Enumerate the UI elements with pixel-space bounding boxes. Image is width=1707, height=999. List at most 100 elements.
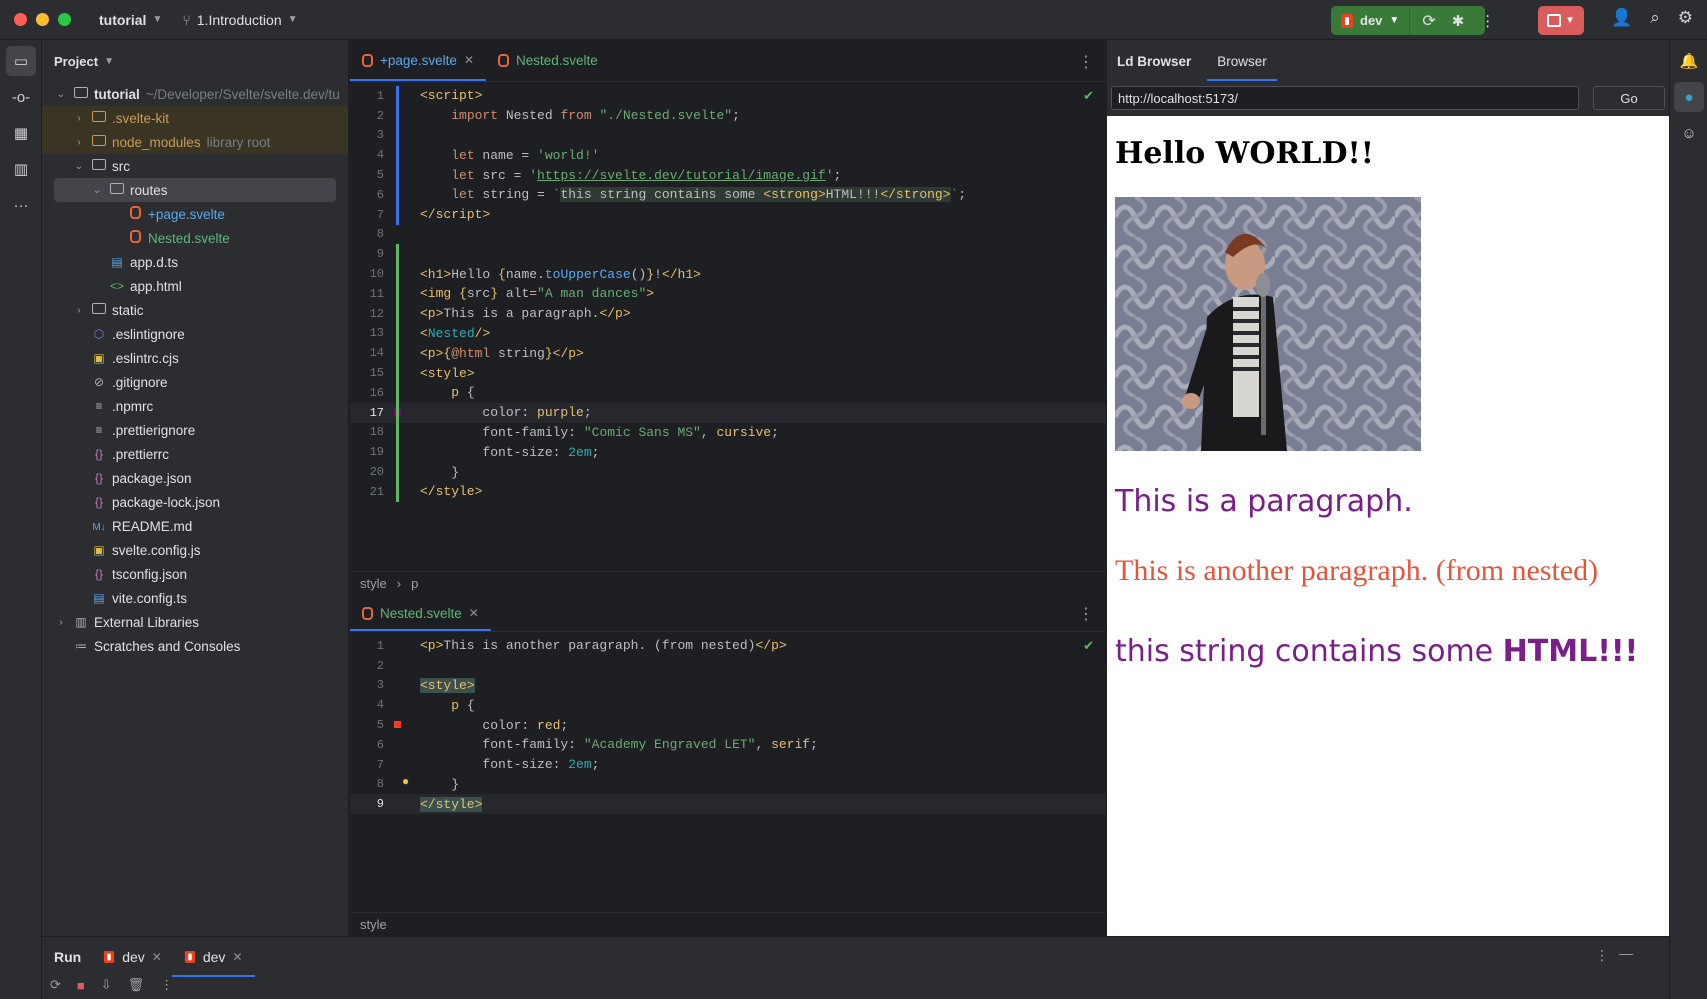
gear-icon[interactable]: ⚙ [1678,8,1693,28]
chevron-down-icon[interactable]: ⌄ [90,185,104,196]
tree-item-routes[interactable]: ⌄ routes [54,178,336,202]
tree-item-svelte-config-js[interactable]: ▣ svelte.config.js [42,538,348,562]
stop-icon[interactable]: ■ [77,978,85,993]
npm-icon [1341,13,1353,28]
rerun-icon[interactable]: ⟳ [50,977,61,993]
tree-item-label: src [112,158,130,174]
tree-item-package-json[interactable]: {} package.json [42,466,348,490]
close-icon[interactable]: ✕ [464,53,474,67]
go-button[interactable]: Go [1593,86,1665,110]
browser-viewport[interactable]: Hello WORLD!! This is a paragraph. This … [1107,116,1669,936]
more-actions-icon[interactable]: ⋮ [1480,12,1495,30]
project-tool-button[interactable]: ▭ [6,46,36,76]
tree-item-scratches-and-consoles[interactable]: ≔ Scratches and Consoles [42,634,348,658]
tree-item-prettierrc[interactable]: {} .prettierrc [42,442,348,466]
code-area[interactable]: 1 <script> 2 import Nested from "./Nested… [350,82,1106,502]
paragraph-html-string: this string contains some HTML!!! [1115,634,1638,669]
more-icon[interactable]: ⋮ [1595,947,1609,964]
tab-page-svelte[interactable]: +page.svelte ✕ [350,39,486,81]
tree-item-npmrc[interactable]: ≡ .npmrc [42,394,348,418]
tree-item-eslintignore[interactable]: ⬡ .eslintignore [42,322,348,346]
tree-item-app-d-ts[interactable]: ▤ app.d.ts [42,250,348,274]
chevron-right-icon[interactable]: › [54,617,68,628]
tab-ld-browser[interactable]: Ld Browser [1117,54,1191,69]
search-icon[interactable]: ⌕ [1650,8,1660,28]
tree-item-app-html[interactable]: <> app.html [42,274,348,298]
more-tools-button[interactable]: ··· [6,190,36,220]
close-window-button[interactable] [14,13,27,26]
tree-item-svelte-kit[interactable]: › .svelte-kit [42,106,348,130]
close-icon[interactable]: ✕ [469,606,479,620]
tab-nested-svelte[interactable]: Nested.svelte [486,39,610,81]
more-icon[interactable]: ⋮ [160,977,173,993]
chevron-down-icon[interactable]: ⌄ [72,161,86,172]
chevron-right-icon[interactable]: › [72,137,86,148]
more-icon[interactable]: ⋮ [1078,52,1094,72]
tree-item-vite-config-ts[interactable]: ▤ vite.config.ts [42,586,348,610]
close-icon[interactable]: ✕ [152,950,162,964]
project-panel-header[interactable]: Project ▼ [42,40,348,82]
structure-tool-button[interactable]: ▦ [6,118,36,148]
tree-item-readme-md[interactable]: M↓ README.md [42,514,348,538]
notifications-button[interactable]: 🔔 [1674,46,1704,76]
add-user-icon[interactable]: 👤 [1611,8,1632,28]
run-tab-dev-2[interactable]: dev ✕ [171,949,255,977]
paragraph-nested: This is another paragraph. (from nested) [1115,554,1599,587]
tree-item-label: .eslintignore [112,326,185,342]
tree-item-package-lock-json[interactable]: {} package-lock.json [42,490,348,514]
tree-item-external-libraries[interactable]: › ▥ External Libraries [42,610,348,634]
tree-item-page-svelte[interactable]: +page.svelte [42,202,348,226]
tree-item-node-modules[interactable]: › node_modules library root [42,130,348,154]
breadcrumb-item[interactable]: p [411,576,418,591]
zoom-window-button[interactable] [58,13,71,26]
ai-assistant-button[interactable]: ☺ [1674,118,1704,148]
browser-tool-button[interactable]: ● [1674,82,1704,112]
branch-name: 1.Introduction [196,11,282,28]
lightbulb-icon[interactable]: ● [402,775,409,789]
project-switcher[interactable]: tutorial ▼ [99,12,162,28]
tree-item-static[interactable]: › static [42,298,348,322]
scroll-to-end-icon[interactable]: ⇩ [101,977,112,993]
tree-item-src[interactable]: ⌄ src [42,154,348,178]
tab-browser[interactable]: Browser [1207,54,1277,81]
chevron-right-icon[interactable]: › [72,305,86,316]
folder-icon [109,183,125,197]
globe-icon: ● [1684,88,1694,106]
rerun-icon[interactable]: ⟳ [1422,11,1435,31]
breadcrumb-item[interactable]: style [360,576,387,591]
run-toolbar: ⟳ ■ ⇩ 🗑 ⋮ [42,977,1669,993]
learn-tool-button[interactable]: ▥ [6,154,36,184]
stop-button[interactable]: ▼ [1538,6,1584,35]
tree-item-label: .npmrc [112,398,154,414]
tree-item-tsconfig-json[interactable]: {} tsconfig.json [42,562,348,586]
tab-nested-svelte[interactable]: Nested.svelte ✕ [350,595,491,631]
breadcrumb-item[interactable]: style [360,917,387,932]
debug-icon[interactable]: ✱ [1452,12,1465,30]
run-tab-dev-1[interactable]: dev ✕ [103,949,162,965]
minimize-window-button[interactable] [36,13,49,26]
code-area[interactable]: 1 <p> This is another paragraph. (from nes… [350,632,1106,815]
trash-icon[interactable]: 🗑 [128,977,145,993]
more-icon[interactable]: ⋮ [1078,604,1094,624]
tree-item-prettierignore[interactable]: ≡ .prettierignore [42,418,348,442]
tree-item-nested-svelte[interactable]: Nested.svelte [42,226,348,250]
url-input[interactable]: http://localhost:5173/ [1111,86,1579,110]
close-icon[interactable]: ✕ [232,950,242,964]
chevron-down-icon[interactable]: ⌄ [54,89,68,100]
chevron-right-icon[interactable]: › [72,113,86,124]
commit-tool-button[interactable]: -o- [6,82,36,112]
gitignore-icon: ⊘ [93,375,105,389]
tree-item-label: .prettierrc [112,446,170,462]
tree-item-eslintrc-cjs[interactable]: ▣ .eslintrc.cjs [42,346,348,370]
tree-item-label: .prettierignore [112,422,196,438]
eslint-icon: ⬡ [93,327,105,341]
tree-item-gitignore[interactable]: ⊘ .gitignore [42,370,348,394]
more-icon: ··· [13,196,29,214]
tree-item-tutorial[interactable]: ⌄ tutorial ~/Developer/Svelte/svelte.dev/t… [42,82,348,106]
run-config-selector[interactable]: dev ▼ [1331,6,1411,35]
branch-switcher[interactable]: ⑂ 1.Introduction ▼ [182,12,297,28]
json-icon: {} [94,471,103,485]
text-file-icon: ≡ [95,399,103,413]
tab-label: +page.svelte [380,52,457,68]
minimize-icon[interactable]: — [1619,945,1633,961]
